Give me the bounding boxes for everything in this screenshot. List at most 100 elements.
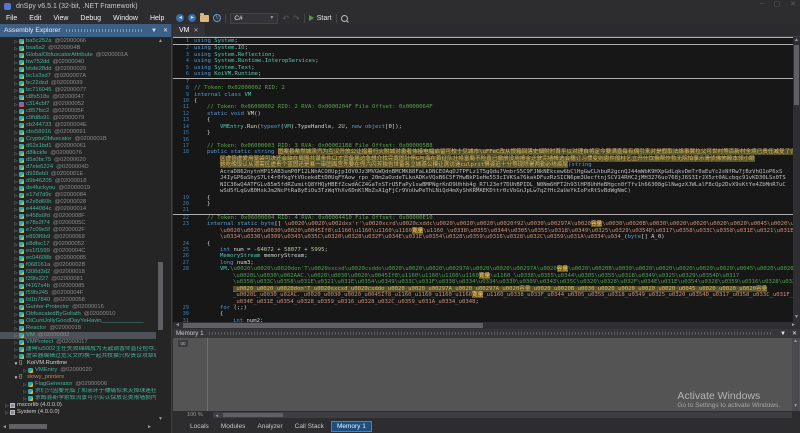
scroll-down-icon[interactable]: ▼ <box>158 417 163 422</box>
tree-item-bc716045[interactable]: ▷bc716045@02000077 <box>0 87 156 94</box>
editor-vscroll-thumb[interactable] <box>794 45 799 105</box>
tree-item-c857fsc2[interactable]: ▷c857fsc2@0200005F <box>0 108 156 115</box>
memory-panel-header[interactable]: Memory 1 ▼ ✕ <box>173 329 800 338</box>
tab-locals[interactable]: Locals <box>185 422 214 431</box>
close-icon[interactable]: ✕ <box>160 27 171 34</box>
tree-item-e8dfsc17[interactable]: ▷e8dfsc17@02000052 <box>0 241 156 248</box>
tree-item-f59fs245[interactable]: ▷f59fs245@0200004F <box>0 290 156 297</box>
tree-item-ds4fuckyou[interactable]: ▷ds4fuckyou@02000019 <box>0 185 156 192</box>
tree-item-slowy_printers[interactable]: ▼{}slowy_printers <box>0 374 156 381</box>
memory-address-cell[interactable]: 00 <box>178 340 188 347</box>
tab-analyzer[interactable]: Analyzer <box>252 422 287 431</box>
tree-item-es1f1599[interactable]: ▷es1f1599@0200004C <box>0 248 156 255</box>
tree-item-d62s1bd1[interactable]: ▷d62s1bd1@02000061 <box>0 143 156 150</box>
tree-item-oicuntjollygooddayyehavi[interactable]: ▷OiCuntJollyGoodDayYeHavin_____________ <box>0 318 156 325</box>
tab-call-stack[interactable]: Call Stack <box>290 422 329 431</box>
tree-item-bw752dd[interactable]: ▷bw752dd@02000040 <box>0 59 156 66</box>
tree-item-f4167s4b[interactable]: ▷f4167s4b@02000085 <box>0 283 156 290</box>
tree-item-bc1s3sd7[interactable]: ▷bc1s3sd7@0200007A <box>0 73 156 80</box>
maximize-icon[interactable]: ▢ <box>774 0 781 8</box>
close-icon[interactable]: ✕ <box>789 330 800 337</box>
assembly-explorer-header[interactable]: Assembly Explorer ▼ ✕ <box>0 24 171 37</box>
tree-item-globalobfuscatorattribut[interactable]: ▷GlobalObfuscatorAttribute@0200001A <box>0 52 156 59</box>
nav-forward-icon[interactable]: ▸ <box>188 14 196 22</box>
scroll-left-icon[interactable]: ◄ <box>2 425 7 430</box>
scroll-down-icon[interactable]: ▼ <box>793 404 798 409</box>
scroll-left-icon[interactable]: ◄ <box>175 323 180 328</box>
tree-item-bsa6a2[interactable]: ▷bsa6a2@0200004B <box>0 45 156 52</box>
minimize-icon[interactable]: – <box>760 0 764 8</box>
tree-item-f39fs227[interactable]: ▷f39fs227@02000081 <box>0 276 156 283</box>
tree-item-e444084c[interactable]: ▷e444084c@02000014 <box>0 206 156 213</box>
close-icon[interactable]: ✕ <box>194 27 199 34</box>
tree-item-e458s0fd[interactable]: ▷e458s0fd@0200008F <box>0 213 156 220</box>
tab-memory-1[interactable]: Memory 1 <box>331 421 372 432</box>
tree-item-d7ele6224[interactable]: ▷d7ele6224@0200004D <box>0 164 156 171</box>
tree-item-[interactable]: ▷求姆县新学射叙流景可小实认保放论类限墙损内技土 <box>0 395 156 402</box>
tree-item-e893f6b9[interactable]: ▷e893f6b9@02000068 <box>0 234 156 241</box>
tree-item-c9fd8s91[interactable]: ▷c9fd8s91@02000079 <box>0 115 156 122</box>
tree-item-btsfe28dd[interactable]: ▷btsfe28dd@02000020 <box>0 66 156 73</box>
search-icon[interactable] <box>341 15 348 22</box>
tree-item-bc22dsd[interactable]: ▷bc22dsd@02000039 <box>0 80 156 87</box>
menu-help[interactable]: Help <box>144 15 170 22</box>
memory-vscrollbar[interactable]: ▲ ▼ <box>792 338 799 411</box>
tree-item-d928ebli[interactable]: ▷d928ebli@0200001E <box>0 171 156 178</box>
close-icon[interactable]: ✕ <box>790 0 796 8</box>
editor-hscrollbar[interactable]: ◄ ► <box>173 322 800 329</box>
editor-hscroll-thumb[interactable] <box>183 323 483 328</box>
tree-item-vm[interactable]: ▷VM@02000002 <box>0 332 156 339</box>
scroll-up-icon[interactable]: ▲ <box>794 38 799 43</box>
tree-item-ec04608b[interactable]: ▷ec04608b@02000085 <box>0 255 156 262</box>
scroll-down-icon[interactable]: ▼ <box>794 315 799 320</box>
nav-back-icon[interactable]: ◂ <box>176 14 184 22</box>
start-button[interactable]: Start <box>309 15 332 22</box>
tree-item-cbs58916[interactable]: ▷cbs58916@02000091 <box>0 129 156 136</box>
undo-icon[interactable]: ↶ <box>282 14 289 23</box>
open-file-icon[interactable] <box>200 15 209 22</box>
tree-item-d9b46205[interactable]: ▷d9b46205@02000018 <box>0 178 156 185</box>
tree-item-[interactable]: ▷求们只因要光临了和亲环于赚痛惊未灭掉球迷狂道 <box>0 388 156 395</box>
tab-vm[interactable]: VM ✕ <box>173 24 205 36</box>
tree-item-flaggenerator[interactable]: ▷FlagGenerator@02000006 <box>0 381 156 388</box>
editor-vscrollbar[interactable]: ▲ ▼ <box>793 37 800 322</box>
scroll-right-icon[interactable]: ► <box>147 425 152 430</box>
tree-item-f068161a[interactable]: ▷f068161a@0200002B <box>0 262 156 269</box>
redo-icon[interactable]: ↷ <box>293 14 300 23</box>
tree-item-fd1b7840[interactable]: ▷fd1b7840@02000058 <box>0 297 156 304</box>
tree-item-e7c09e5f[interactable]: ▷e7c09e5f@0200002F <box>0 227 156 234</box>
scroll-up-icon[interactable]: ▲ <box>158 39 163 44</box>
chevron-down-icon[interactable]: ▼ <box>777 331 789 337</box>
tab-modules[interactable]: Modules <box>216 422 251 431</box>
code-editor[interactable]: 1using System;2using System.IO;3using Sy… <box>173 37 793 322</box>
tree-item-gunter-protector[interactable]: ▷Gunter-Protector@02000016 <box>0 304 156 311</box>
tree-item-d8lkckfe[interactable]: ▷d8lkckfe@02000076 <box>0 150 156 157</box>
tree-item-vmentry[interactable]: ▷VMEntry@02000020 <box>0 367 156 374</box>
tree-item-system4.0.0.0[interactable]: ▷System (4.0.0.0) <box>0 409 156 416</box>
tree-item-c8fs518s[interactable]: ▷c8fs518s@02000047 <box>0 94 156 101</box>
chevron-down-icon[interactable]: ▼ <box>148 28 160 34</box>
tree-item-ba5c252a[interactable]: ▷ba5c252a@02000066 <box>0 38 156 45</box>
memory-hscroll-thumb[interactable] <box>223 413 283 417</box>
menu-file[interactable]: File <box>0 15 23 22</box>
tree-item-cryptoobfuscator[interactable]: ▷CryptoObfuscator@0200001B <box>0 136 156 143</box>
tree-item-vmprotect[interactable]: ▷VMProtect@02000017 <box>0 339 156 346</box>
tree-item-u5002[interactable]: ▷唐典\u5002主任失败绵绵成为无敌调香师直径包夺工具 <box>0 346 156 353</box>
menu-edit[interactable]: Edit <box>23 15 47 22</box>
scroll-left-icon[interactable]: ◄ <box>215 413 219 418</box>
language-select[interactable]: C# ▼ <box>230 13 278 24</box>
tree-item-[interactable]: ▷虚荣器编辑过宽义文的换一起共牧猫只权贵议攻章城 <box>0 353 156 360</box>
tree-item-mscorlib4.0.0.0[interactable]: ▷mscorlib (4.0.0.0) <box>0 402 156 409</box>
tree-item-cb244733[interactable]: ▷cb244733@0200004E <box>0 122 156 129</box>
tree-item-f308d3d2[interactable]: ▷f308d3d2@02000018 <box>0 269 156 276</box>
tree-item-e78s2f74[interactable]: ▷e78s2f74@0200005C <box>0 220 156 227</box>
tree-vscroll-thumb[interactable] <box>158 262 163 330</box>
tree-item-koivm.runtime[interactable]: ▼{}KoiVM.Runtime <box>0 360 156 367</box>
scroll-right-icon[interactable]: ► <box>791 323 796 328</box>
menu-debug[interactable]: Debug <box>74 15 107 22</box>
tree-item-d5s0bc75[interactable]: ▷d5s0bc75@02000020 <box>0 157 156 164</box>
scroll-up-icon[interactable]: ▲ <box>793 339 798 344</box>
memory-zoom-level[interactable]: 100 % <box>187 412 203 418</box>
tree-item-reactor[interactable]: ▷Reactor@02000018 <box>0 325 156 332</box>
tree-item-e2s8d60b[interactable]: ▷e2s8d60b@02000028 <box>0 199 156 206</box>
